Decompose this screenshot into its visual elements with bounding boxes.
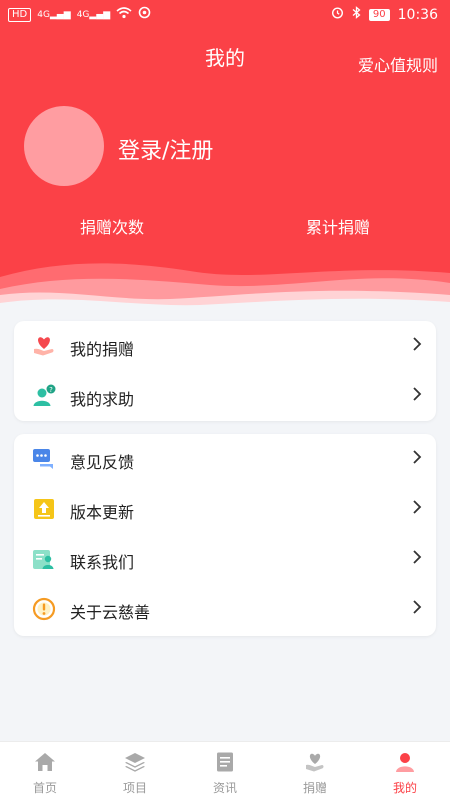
contact-card-icon — [32, 547, 56, 571]
chevron-right-icon — [412, 336, 422, 352]
profile-header: HD 4G▂▄▆ 4G▂▄▆ 90 10:36 我的 爱心值规则 登录/注册 捐… — [0, 0, 450, 320]
menu-item-label: 关于云慈善 — [70, 603, 151, 622]
love-value-rules-link[interactable]: 爱心值规则 — [358, 52, 438, 76]
tab-projects[interactable]: 项目 — [90, 742, 180, 801]
tab-donate[interactable]: 捐赠 — [270, 742, 360, 801]
signal-icon: 4G▂▄▆ — [37, 9, 71, 20]
tab-label: 首页 — [32, 781, 57, 795]
heart-hand-icon — [32, 334, 56, 358]
chevron-right-icon — [412, 549, 422, 565]
person-icon — [394, 751, 416, 773]
menu-item-label: 意见反馈 — [70, 453, 135, 472]
total-donation-label: 累计捐赠 — [306, 218, 371, 237]
battery-indicator: 90 — [368, 8, 390, 21]
header-wave-decoration — [0, 263, 450, 320]
chevron-right-icon — [412, 386, 422, 402]
menu-item-label: 我的捐赠 — [70, 340, 135, 359]
menu-card-primary: 我的捐赠 ? 我的求助 — [14, 321, 436, 421]
signal-icon-2: 4G▂▄▆ — [76, 9, 111, 20]
tab-profile[interactable]: 我的 — [360, 742, 450, 801]
menu-item-feedback[interactable]: 意见反馈 — [14, 434, 436, 484]
hd-badge: HD — [8, 7, 32, 22]
alarm-icon — [331, 6, 344, 23]
tab-label: 捐赠 — [302, 781, 327, 795]
document-icon — [214, 751, 236, 773]
login-register-button[interactable]: 登录/注册 — [118, 133, 213, 165]
chevron-right-icon — [412, 449, 422, 465]
donation-count-label: 捐赠次数 — [80, 218, 145, 237]
heart-hand-icon — [304, 751, 326, 773]
menu-item-version-update[interactable]: 版本更新 — [14, 484, 436, 534]
bluetooth-icon — [352, 6, 361, 23]
tab-news[interactable]: 资讯 — [180, 742, 270, 801]
menu-item-label: 联系我们 — [70, 553, 135, 572]
wifi-icon — [116, 6, 132, 23]
bottom-tab-bar: 首页 项目 资讯 捐赠 我的 — [0, 741, 450, 801]
home-icon — [34, 751, 56, 773]
menu-item-label: 我的求助 — [70, 390, 135, 409]
svg-text:?: ? — [49, 386, 53, 394]
status-bar: HD 4G▂▄▆ 4G▂▄▆ 90 10:36 — [0, 0, 450, 30]
chevron-right-icon — [412, 599, 422, 615]
menu-item-my-help-requests[interactable]: ? 我的求助 — [14, 371, 436, 421]
layers-icon — [124, 751, 146, 773]
menu-item-my-donations[interactable]: 我的捐赠 — [14, 321, 436, 371]
menu-item-contact-us[interactable]: 联系我们 — [14, 534, 436, 584]
sync-icon — [138, 6, 151, 23]
tab-label: 项目 — [122, 781, 147, 795]
chevron-right-icon — [412, 499, 422, 515]
avatar[interactable] — [24, 106, 104, 186]
tab-label: 我的 — [392, 781, 417, 795]
menu-item-label: 版本更新 — [70, 503, 135, 522]
menu-item-about[interactable]: 关于云慈善 — [14, 584, 436, 634]
tab-label: 资讯 — [212, 781, 237, 795]
menu-card-secondary: 意见反馈 版本更新 联系我们 关于云慈善 — [14, 434, 436, 636]
upload-icon — [32, 497, 56, 521]
user-question-icon: ? — [32, 384, 56, 408]
status-time: 10:36 — [397, 6, 438, 23]
chat-bubble-icon — [32, 447, 56, 471]
info-icon — [32, 597, 56, 621]
tab-home[interactable]: 首页 — [0, 742, 90, 801]
